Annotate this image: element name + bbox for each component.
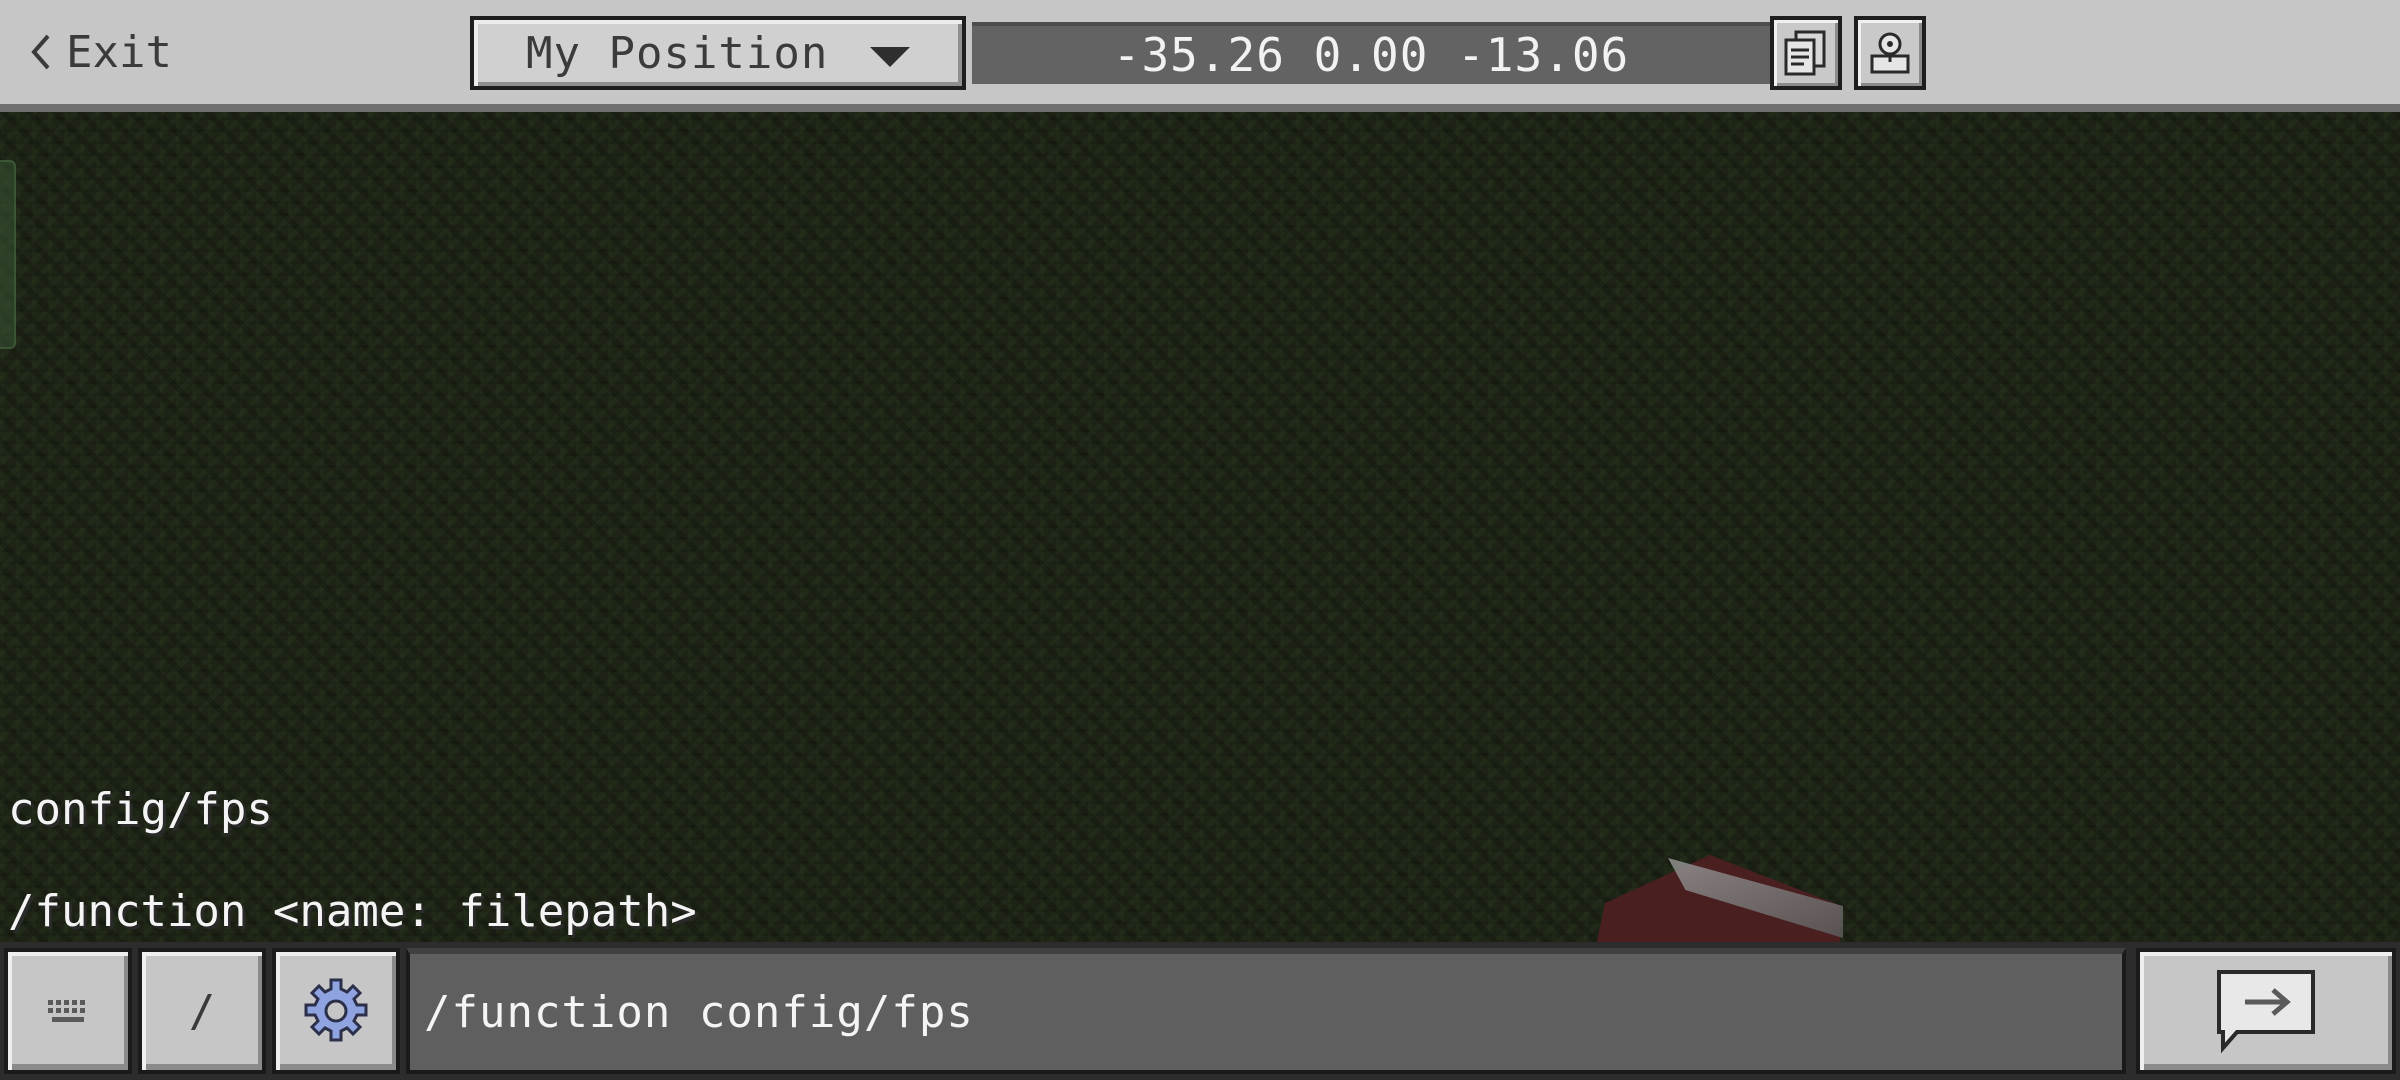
exit-label: Exit xyxy=(66,26,172,78)
command-input[interactable] xyxy=(406,948,2126,1074)
chevron-left-icon xyxy=(31,34,50,70)
copy-coordinates-button[interactable] xyxy=(1770,16,1842,90)
teleport-icon xyxy=(1870,32,1910,74)
keyboard-button[interactable] xyxy=(4,948,132,1074)
slash-command-button[interactable]: / xyxy=(138,948,266,1074)
send-button[interactable] xyxy=(2136,948,2396,1074)
gear-icon xyxy=(304,978,368,1042)
chat-settings-button[interactable] xyxy=(272,948,400,1074)
teleport-button[interactable] xyxy=(1854,16,1926,90)
slash-label: / xyxy=(188,985,216,1037)
chat-suggestion-line[interactable]: config/fps xyxy=(8,784,273,835)
send-arrow-speech-bubble-icon xyxy=(2217,970,2315,1054)
coordinates-readout: -35.26 0.00 -13.06 xyxy=(972,22,1770,84)
position-dropdown-label: My Position xyxy=(526,27,829,79)
coordinates-text: -35.26 0.00 -13.06 xyxy=(1112,28,1630,82)
triangle-down-icon xyxy=(870,47,910,67)
chat-syntax-hint-line: /function <name: filepath> xyxy=(8,886,697,937)
top-bar: Exit My Position -35.26 0.00 -13.06 xyxy=(0,0,2400,112)
position-dropdown[interactable]: My Position xyxy=(470,16,966,90)
copy-coordinates-icon xyxy=(1784,30,1826,76)
chat-input-bar: / xyxy=(0,942,2400,1080)
left-edge-tab[interactable] xyxy=(0,160,16,349)
exit-button[interactable]: Exit xyxy=(28,22,172,82)
keyboard-icon xyxy=(48,1000,85,1022)
